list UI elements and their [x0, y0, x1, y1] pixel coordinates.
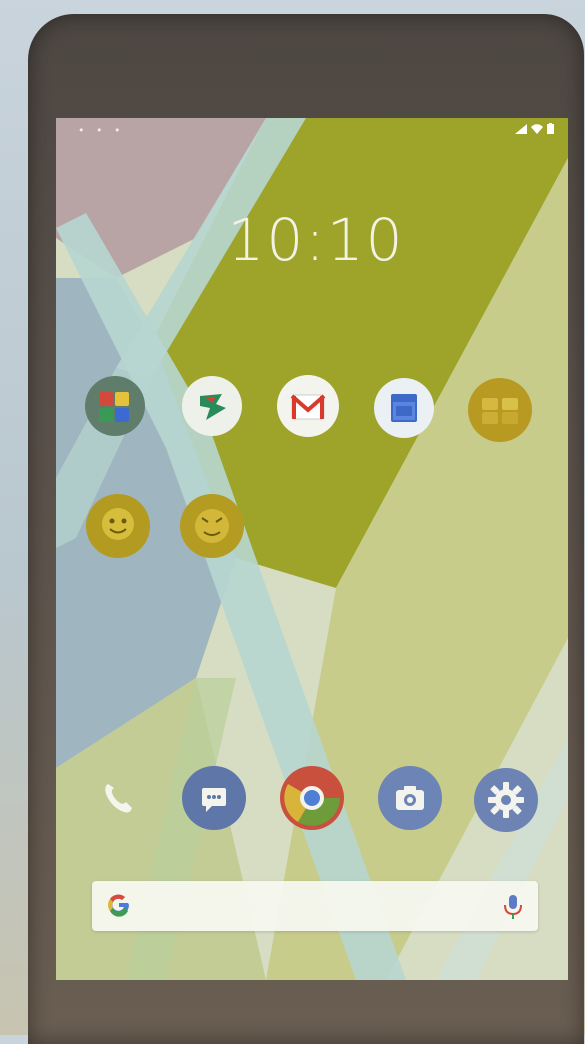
store-icon — [182, 376, 242, 436]
folder-maps[interactable] — [83, 374, 147, 438]
signal-icon — [515, 123, 527, 137]
chrome-app[interactable] — [280, 766, 344, 830]
navigation-bar — [56, 940, 568, 980]
google-search-bar[interactable] — [92, 881, 538, 931]
google-icon — [108, 894, 129, 917]
app-gmail[interactable] — [276, 374, 340, 438]
clock-widget[interactable]: 10:10 — [216, 206, 416, 274]
calendar-icon — [374, 378, 434, 438]
gear-icon — [488, 782, 524, 818]
smiley-icon — [86, 494, 150, 558]
browser-icon — [280, 766, 344, 830]
app-yellow-folder[interactable] — [468, 378, 532, 442]
home-screen: • • • 10:10 — [56, 118, 568, 980]
app-yellow-2[interactable] — [180, 494, 244, 558]
phone-icon — [105, 784, 132, 813]
notification-indicators: • • • — [78, 124, 125, 137]
map-icon — [85, 376, 145, 436]
messages-app[interactable] — [182, 766, 246, 830]
mic-icon[interactable] — [500, 893, 526, 921]
smiley-icon — [180, 494, 244, 558]
status-bar: • • • — [56, 118, 568, 144]
app-calendar[interactable] — [372, 376, 436, 440]
battery-icon — [547, 123, 554, 137]
settings-app[interactable] — [474, 768, 538, 832]
camera-app[interactable] — [378, 766, 442, 830]
phone-app[interactable] — [86, 766, 150, 830]
wifi-icon — [531, 123, 543, 137]
folder-icon — [468, 378, 532, 442]
app-yellow-1[interactable] — [86, 494, 150, 558]
camera-icon — [396, 786, 424, 810]
gmail-icon — [277, 375, 339, 437]
app-play-store[interactable] — [180, 374, 244, 438]
messages-icon — [202, 788, 226, 812]
